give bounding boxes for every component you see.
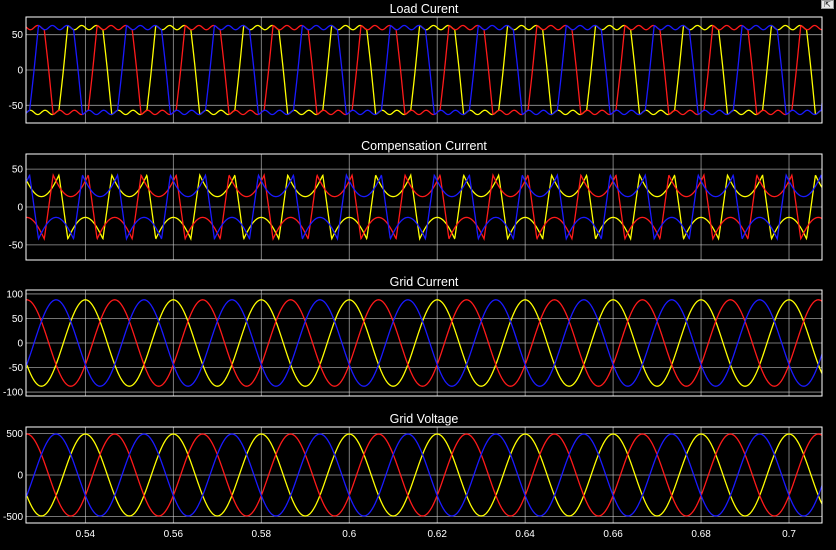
y-tick-label: 50 [12,314,24,325]
panel-title: Load Curent [390,2,459,16]
x-tick-label: 0.64 [515,529,535,540]
panel-title: Grid Current [390,275,459,289]
panel-title: Compensation Current [361,139,487,153]
y-tick-label: 0 [17,471,23,482]
y-tick-label: -500 [3,512,23,523]
y-tick-label: 100 [6,289,23,300]
restore-axes-button[interactable]: ⇱ [821,0,834,9]
panel-title: Grid Voltage [390,412,459,426]
x-tick-label: 0.56 [164,529,184,540]
y-tick-label: 50 [12,165,24,176]
y-tick-label: -100 [3,388,23,399]
y-tick-label: 0 [17,339,23,350]
x-tick-label: 0.54 [76,529,96,540]
y-tick-label: 0 [17,203,23,214]
y-tick-label: -50 [9,240,24,251]
x-tick-label: 0.62 [427,529,447,540]
x-tick-label: 0.68 [691,529,711,540]
y-tick-label: -50 [9,363,24,374]
x-tick-label: 0.66 [603,529,623,540]
restore-axes-icon: ⇱ [824,0,831,9]
y-tick-label: 50 [12,30,24,41]
x-tick-label: 0.6 [342,529,356,540]
y-tick-label: 0 [17,66,23,77]
x-tick-label: 0.58 [252,529,272,540]
y-tick-label: 500 [6,429,23,440]
scope-figure: Load Curent500-50Compensation Current500… [0,0,836,550]
y-tick-label: -50 [9,101,24,112]
x-tick-label: 0.7 [782,529,796,540]
